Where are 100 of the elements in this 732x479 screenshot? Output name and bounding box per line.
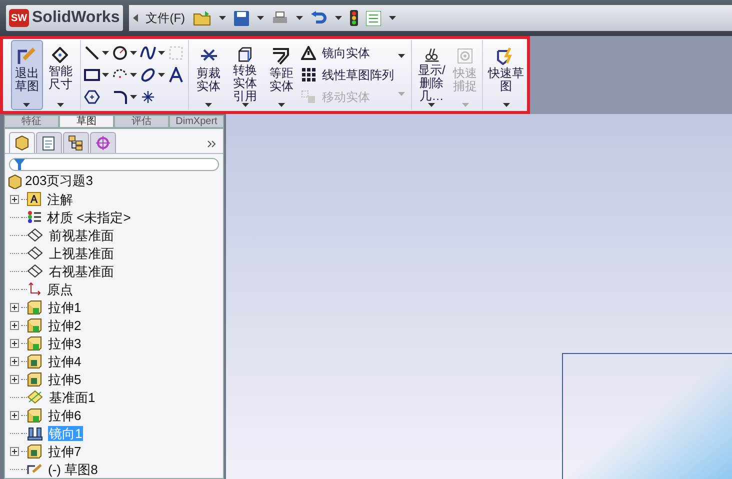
- tree-item[interactable]: 基准面1: [48, 390, 96, 404]
- tree-connector[interactable]: [10, 374, 21, 384]
- file-menu[interactable]: 文件(F): [146, 9, 186, 27]
- snap-icon: [456, 47, 474, 65]
- tree-item[interactable]: 拉伸3: [47, 336, 82, 350]
- tab[interactable]: 评估: [114, 115, 169, 128]
- tree-item[interactable]: 前视基准面: [48, 228, 115, 242]
- toolbar-button[interactable]: 等距实体: [264, 40, 299, 110]
- ellipse-icon[interactable]: [140, 67, 156, 83]
- tab[interactable]: 草图: [59, 115, 114, 128]
- tree-item[interactable]: 拉伸5: [47, 372, 82, 386]
- point-icon[interactable]: [140, 89, 156, 105]
- tree-connector[interactable]: [10, 338, 21, 348]
- caret-icon: [102, 51, 110, 55]
- extrude-icon: [27, 336, 42, 350]
- tree-item[interactable]: 上视基准面: [48, 246, 115, 260]
- expand-plus-icon[interactable]: [10, 410, 19, 420]
- circle-icon[interactable]: [112, 45, 128, 61]
- collapse-arrow-icon[interactable]: [132, 14, 138, 22]
- traffic-light-icon[interactable]: [350, 10, 358, 26]
- dimension-icon: [52, 47, 68, 63]
- extrude-icon: [27, 300, 42, 314]
- tree-connector[interactable]: [10, 446, 21, 456]
- expand-chevron-icon[interactable]: [207, 140, 217, 148]
- expand-plus-icon[interactable]: [10, 446, 19, 456]
- save-icon[interactable]: [234, 10, 250, 26]
- tree-item[interactable]: 右视基准面: [48, 264, 115, 278]
- caret-icon: [278, 103, 285, 107]
- tree-connector[interactable]: [10, 356, 21, 366]
- caret-icon: [130, 73, 138, 77]
- command-button[interactable]: 镜向实体: [300, 44, 394, 62]
- property-manager-icon[interactable]: [41, 135, 57, 151]
- plane-icon: [27, 246, 43, 260]
- expand-plus-icon[interactable]: [10, 302, 19, 312]
- caret-icon: [205, 103, 212, 107]
- toolbar-button[interactable]: 智能尺寸: [42, 40, 78, 110]
- tree-item[interactable]: 拉伸1: [47, 300, 82, 314]
- offset-icon: [272, 47, 290, 65]
- fillet-icon[interactable]: [112, 89, 128, 105]
- tree-connector[interactable]: [10, 320, 21, 330]
- app-name: SolidWorks: [32, 8, 120, 28]
- toolbar-button[interactable]: 退出草图: [11, 40, 43, 110]
- relations-icon: [422, 47, 441, 62]
- plane-icon: [27, 390, 43, 404]
- spline-icon[interactable]: [140, 45, 156, 61]
- tree-connector[interactable]: [10, 410, 21, 420]
- tree-item[interactable]: 拉伸4: [47, 354, 82, 368]
- caret-icon: [428, 103, 436, 107]
- tree-item[interactable]: 材质 <未指定>: [46, 210, 132, 224]
- tab[interactable]: 特征: [4, 115, 59, 128]
- feature-manager-icon[interactable]: [14, 135, 30, 151]
- filter-field[interactable]: [9, 158, 219, 171]
- open-folder-icon[interactable]: [193, 10, 212, 26]
- caret-icon: [398, 92, 405, 96]
- printer-icon[interactable]: [272, 10, 288, 26]
- toolbar-button[interactable]: 剪裁实体: [191, 40, 226, 110]
- move-icon: [300, 90, 316, 104]
- toolbar-button[interactable]: 转换实体引用: [226, 40, 264, 110]
- tree-root-label[interactable]: 203页习题3: [25, 171, 93, 191]
- caret-icon: [398, 54, 405, 58]
- caret-icon: [158, 73, 166, 77]
- plane-icon: [27, 228, 43, 242]
- caret-icon: [296, 16, 304, 20]
- toolbar-button[interactable]: 显示/删除几…: [414, 40, 450, 110]
- polygon-icon[interactable]: [84, 89, 100, 105]
- tree-item[interactable]: 注解: [46, 192, 74, 206]
- caret-icon: [389, 16, 396, 20]
- caret-icon: [219, 16, 226, 20]
- caret-icon: [23, 103, 30, 107]
- caret-icon: [130, 95, 138, 99]
- part-icon: [8, 174, 22, 188]
- tree-connector[interactable]: [10, 194, 21, 204]
- options-icon[interactable]: [366, 10, 382, 26]
- rectangle-icon[interactable]: [84, 67, 100, 83]
- extrude-icon: [27, 444, 42, 458]
- configuration-manager-icon[interactable]: [68, 135, 84, 151]
- grid-pattern-icon: [300, 68, 316, 82]
- expand-plus-icon[interactable]: [10, 374, 19, 384]
- text-icon[interactable]: [168, 67, 184, 83]
- caret-icon: [158, 51, 166, 55]
- undo-icon[interactable]: [311, 10, 328, 26]
- annotation-icon: [27, 192, 41, 206]
- tree-item[interactable]: 拉伸6: [47, 408, 82, 422]
- line-icon[interactable]: [84, 45, 100, 61]
- tree-item[interactable]: 原点: [46, 282, 74, 296]
- tree-item[interactable]: (-) 草图8: [47, 462, 99, 476]
- tab[interactable]: DimXpert: [169, 115, 224, 128]
- expand-plus-icon[interactable]: [10, 320, 19, 330]
- expand-plus-icon[interactable]: [10, 194, 19, 204]
- tree-item[interactable]: 拉伸7: [47, 444, 82, 458]
- plane-icon: [27, 264, 43, 278]
- command-button[interactable]: 线性草图阵列: [300, 66, 394, 84]
- tree-item[interactable]: 拉伸2: [47, 318, 82, 332]
- tree-connector[interactable]: [10, 302, 21, 312]
- expand-plus-icon[interactable]: [10, 338, 19, 348]
- mirror-icon: [27, 426, 43, 440]
- toolbar-button[interactable]: 快速草图: [485, 40, 528, 110]
- dimxpert-manager-icon[interactable]: [95, 135, 111, 151]
- expand-plus-icon[interactable]: [10, 356, 19, 366]
- logo-badge: SW: [9, 9, 29, 27]
